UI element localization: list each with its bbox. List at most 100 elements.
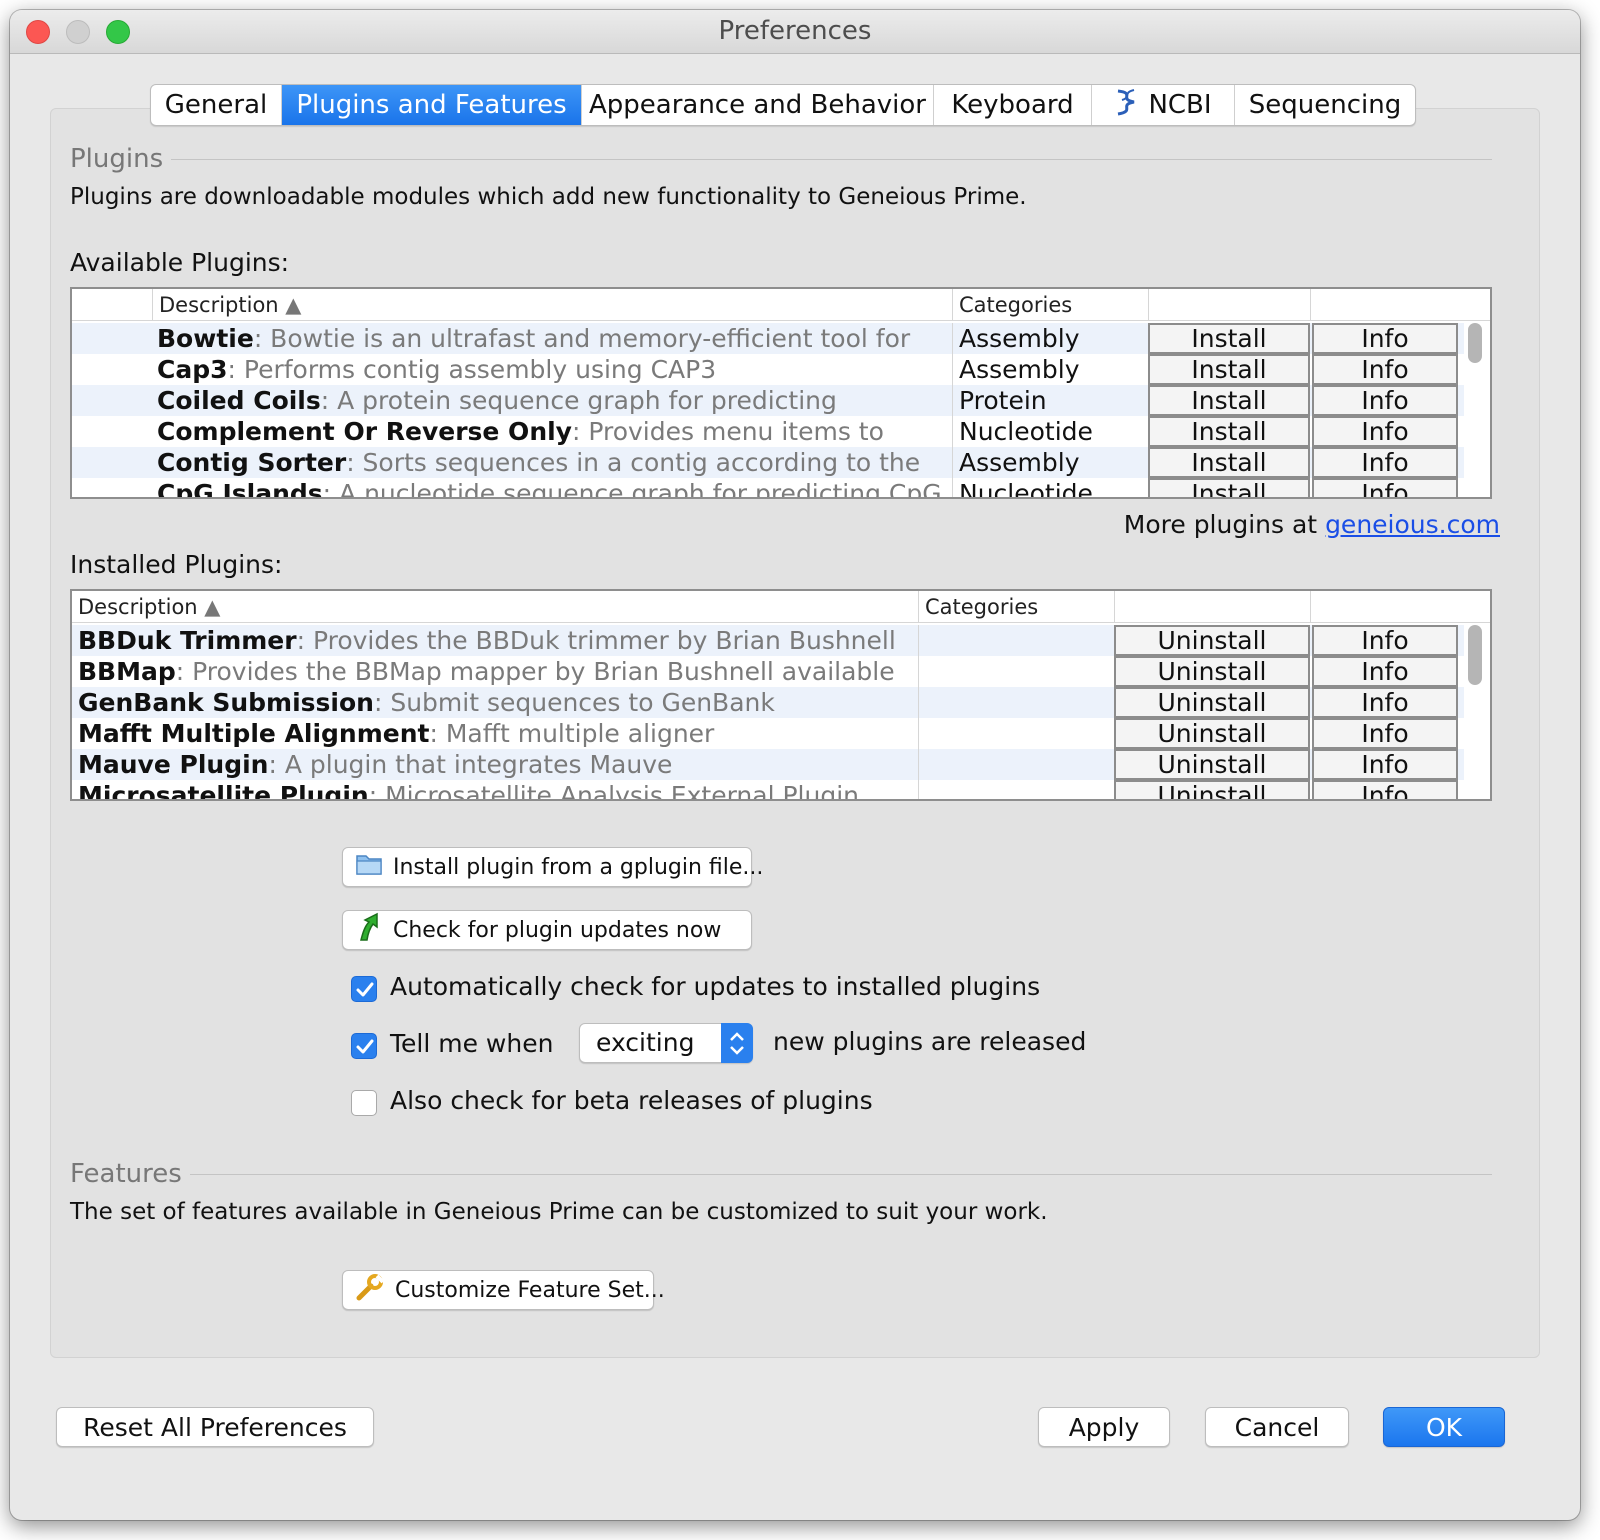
auto-check-updates-checkbox[interactable]: [351, 976, 377, 1002]
info-button[interactable]: Info: [1312, 354, 1458, 385]
plugin-category: [918, 780, 1114, 799]
table-row[interactable]: Cap3: Performs contig assembly using CAP…: [72, 354, 1464, 385]
plugin-description: CpG Islands: A nucleotide sequence graph…: [157, 479, 942, 499]
sort-ascending-icon: ▲: [285, 293, 302, 317]
reset-all-preferences-button[interactable]: Reset All Preferences: [56, 1407, 374, 1447]
beta-releases-label: Also check for beta releases of plugins: [390, 1086, 873, 1115]
tab-bar: General Plugins and Features Appearance …: [150, 84, 1416, 126]
info-button[interactable]: Info: [1312, 780, 1458, 799]
install-button[interactable]: Install: [1148, 416, 1310, 447]
geneious-link[interactable]: geneious.com: [1325, 510, 1500, 539]
more-plugins-line: More plugins at geneious.com: [1123, 510, 1500, 539]
available-description-column-header[interactable]: Description ▲: [152, 289, 952, 321]
cancel-button[interactable]: Cancel: [1205, 1407, 1349, 1447]
plugin-category: Nucleotide: [952, 416, 1148, 447]
table-row[interactable]: Bowtie: Bowtie is an ultrafast and memor…: [72, 323, 1464, 354]
green-arrow-icon: [355, 912, 383, 948]
info-button[interactable]: Info: [1312, 625, 1458, 656]
install-from-file-button[interactable]: Install plugin from a gplugin file...: [342, 847, 763, 887]
check-updates-button[interactable]: Check for plugin updates now: [342, 910, 752, 950]
installed-plugins-table: Description ▲ Categories BBDuk Trimmer: …: [70, 589, 1492, 801]
tab-ncbi[interactable]: NCBI: [1092, 85, 1235, 125]
beta-releases-checkbox[interactable]: [351, 1090, 377, 1116]
table-row[interactable]: BBDuk Trimmer: Provides the BBDuk trimme…: [72, 625, 1464, 656]
available-plugins-label: Available Plugins:: [70, 248, 290, 277]
table-row[interactable]: Coiled Coils: A protein sequence graph f…: [72, 385, 1464, 416]
info-button[interactable]: Info: [1312, 447, 1458, 478]
sort-ascending-icon: ▲: [204, 595, 221, 619]
uninstall-button[interactable]: Uninstall: [1114, 625, 1310, 656]
table-row[interactable]: Microsatellite Plugin: Microsatellite An…: [72, 780, 1464, 801]
install-button[interactable]: Install: [1148, 385, 1310, 416]
available-info-column-header: [1310, 289, 1458, 321]
features-intro-text: The set of features available in Geneiou…: [70, 1199, 1048, 1225]
table-row[interactable]: Complement Or Reverse Only: Provides men…: [72, 416, 1464, 447]
ok-button[interactable]: OK: [1383, 1407, 1505, 1447]
plugin-description: Coiled Coils: A protein sequence graph f…: [157, 386, 837, 415]
available-categories-column-header[interactable]: Categories: [952, 289, 1148, 321]
info-button[interactable]: Info: [1312, 416, 1458, 447]
folder-icon: [355, 851, 383, 883]
table-row[interactable]: Contig Sorter: Sorts sequences in a cont…: [72, 447, 1464, 478]
table-row[interactable]: GenBank Submission: Submit sequences to …: [72, 687, 1464, 718]
installed-description-column-header[interactable]: Description ▲: [72, 591, 918, 623]
customize-feature-set-button[interactable]: Customize Feature Set...: [342, 1270, 665, 1310]
tell-me-label: Tell me when: [390, 1029, 554, 1058]
apply-button[interactable]: Apply: [1038, 1407, 1170, 1447]
plugin-category: Nucleotide: [952, 478, 1148, 497]
tab-general[interactable]: General: [151, 85, 282, 125]
installed-categories-column-header[interactable]: Categories: [918, 591, 1114, 623]
tab-sequencing[interactable]: Sequencing: [1235, 85, 1415, 125]
plugin-description: Cap3: Performs contig assembly using CAP…: [157, 355, 717, 384]
plugin-category: Protein: [952, 385, 1148, 416]
available-table-scrollbar[interactable]: [1468, 323, 1482, 363]
table-row[interactable]: Mafft Multiple Alignment: Mafft multiple…: [72, 718, 1464, 749]
info-button[interactable]: Info: [1312, 718, 1458, 749]
table-row[interactable]: CpG Islands: A nucleotide sequence graph…: [72, 478, 1464, 499]
info-button[interactable]: Info: [1312, 385, 1458, 416]
uninstall-button[interactable]: Uninstall: [1114, 656, 1310, 687]
info-button[interactable]: Info: [1312, 478, 1458, 497]
plugins-section-heading: Plugins: [70, 144, 1492, 174]
plugin-category: [918, 687, 1114, 718]
wrench-icon: [355, 1272, 385, 1308]
plugin-category: Assembly: [952, 323, 1148, 354]
info-button[interactable]: Info: [1312, 323, 1458, 354]
installed-table-scrollbar[interactable]: [1468, 625, 1482, 685]
window-title: Preferences: [718, 16, 872, 46]
plugin-description: Microsatellite Plugin: Microsatellite An…: [78, 781, 859, 801]
uninstall-button[interactable]: Uninstall: [1114, 718, 1310, 749]
info-button[interactable]: Info: [1312, 687, 1458, 718]
plugin-description: GenBank Submission: Submit sequences to …: [78, 688, 775, 717]
chevron-updown-icon: [721, 1023, 753, 1063]
uninstall-button[interactable]: Uninstall: [1114, 780, 1310, 799]
table-row[interactable]: Mauve Plugin: A plugin that integrates M…: [72, 749, 1464, 780]
tab-appearance-and-behavior[interactable]: Appearance and Behavior: [582, 85, 934, 125]
checkmark-icon: [356, 1039, 374, 1054]
tab-plugins-and-features[interactable]: Plugins and Features: [282, 85, 582, 125]
plugins-intro-text: Plugins are downloadable modules which a…: [70, 184, 1027, 210]
install-button[interactable]: Install: [1148, 323, 1310, 354]
release-type-select[interactable]: exciting: [579, 1023, 753, 1063]
install-button[interactable]: Install: [1148, 447, 1310, 478]
tell-me-checkbox[interactable]: [351, 1033, 377, 1059]
tell-me-suffix: new plugins are released: [773, 1027, 1087, 1056]
install-button[interactable]: Install: [1148, 354, 1310, 385]
plugin-category: [918, 749, 1114, 780]
available-table-header: Description ▲ Categories: [72, 289, 1490, 321]
ncbi-helix-icon: [1114, 87, 1140, 124]
install-button[interactable]: Install: [1148, 478, 1310, 497]
info-button[interactable]: Info: [1312, 656, 1458, 687]
available-plugins-table: Description ▲ Categories Bowtie: Bowtie …: [70, 287, 1492, 499]
uninstall-button[interactable]: Uninstall: [1114, 749, 1310, 780]
release-type-value: exciting: [596, 1028, 695, 1057]
features-section-heading: Features: [70, 1159, 1492, 1189]
checkmark-icon: [356, 982, 374, 997]
features-heading-rule: [189, 1173, 1492, 1175]
preferences-window: Preferences General Plugins and Features…: [10, 10, 1580, 1520]
plugin-description: Mafft Multiple Alignment: Mafft multiple…: [78, 719, 715, 748]
table-row[interactable]: BBMap: Provides the BBMap mapper by Bria…: [72, 656, 1464, 687]
info-button[interactable]: Info: [1312, 749, 1458, 780]
tab-keyboard[interactable]: Keyboard: [934, 85, 1092, 125]
uninstall-button[interactable]: Uninstall: [1114, 687, 1310, 718]
